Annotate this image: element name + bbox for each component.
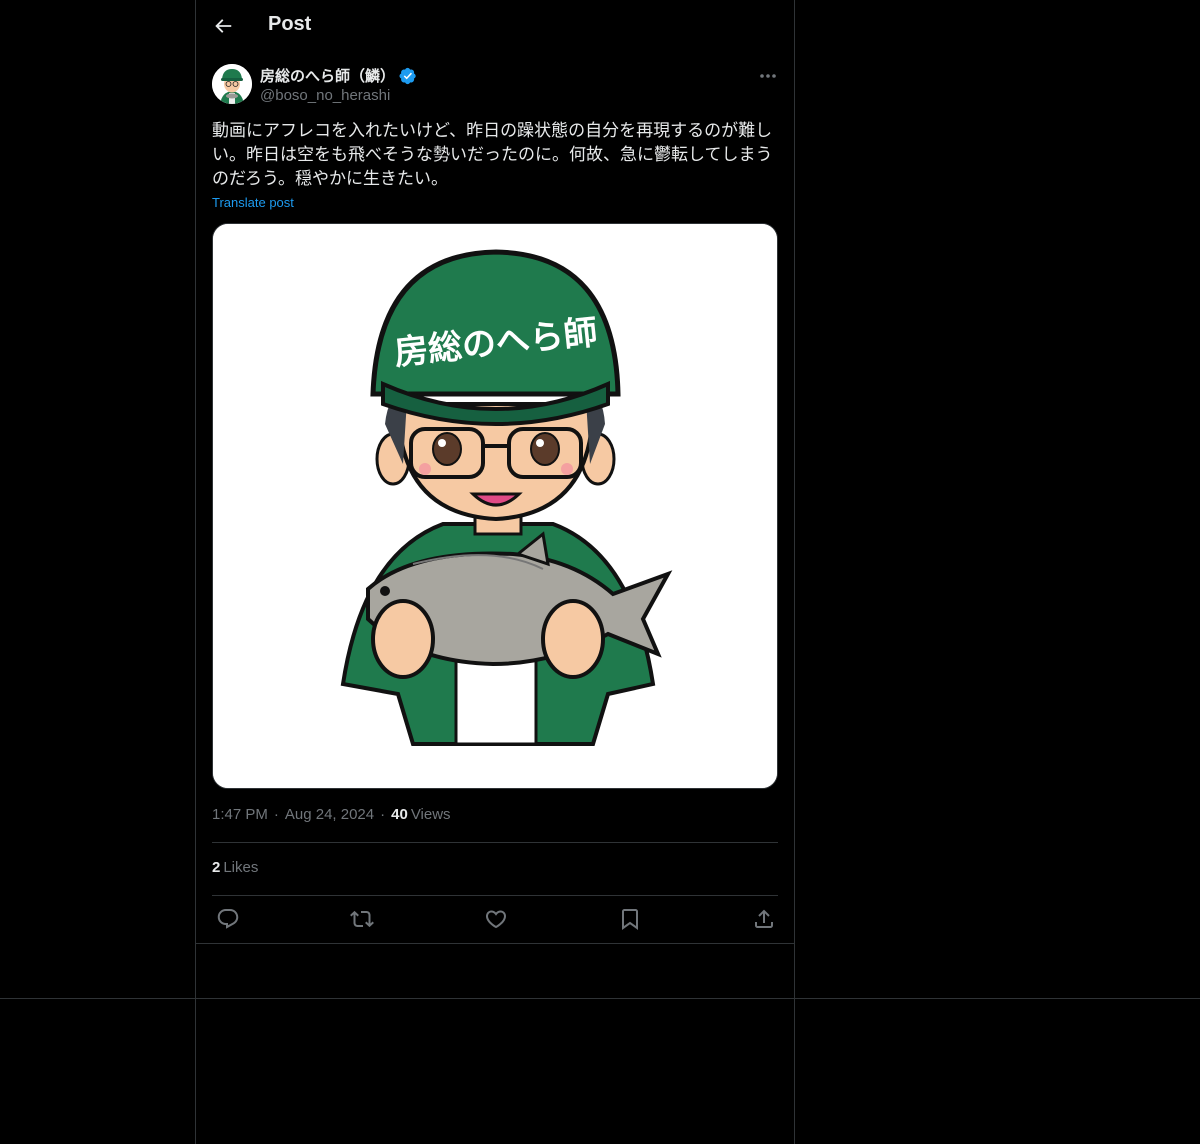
bookmark-icon[interactable] [618,907,642,931]
post-time[interactable]: 1:47 PM [212,806,268,823]
views-count: 40 [391,806,408,823]
post-image[interactable]: 房総のへら師 [212,223,778,789]
illustration-fisherman: 房総のへら師 [213,224,777,788]
post-bottom-border [196,943,794,944]
views-label: Views [410,806,451,823]
repost-icon[interactable] [350,907,374,931]
meta-separator: · [273,806,279,823]
avatar[interactable] [212,64,252,104]
page-header: Post [196,0,794,53]
more-icon[interactable] [756,66,780,86]
likes-stat[interactable]: 2 Likes [212,859,258,876]
avatar-image [212,64,252,104]
likes-label: Likes [223,859,259,876]
post-meta: 1:47 PM · Aug 24, 2024 · 40 Views [212,806,451,823]
page-title: Post [268,13,312,35]
share-icon[interactable] [752,907,776,931]
meta-separator: · [380,806,386,823]
author-name[interactable]: 房総のへら師（鱗） [260,65,395,86]
translate-post-link[interactable]: Translate post [212,195,294,210]
like-icon[interactable] [484,907,508,931]
post-date[interactable]: Aug 24, 2024 [285,806,374,823]
likes-count: 2 [212,859,221,876]
author-name-row[interactable]: 房総のへら師（鱗） [260,65,417,86]
author-handle[interactable]: @boso_no_herashi [260,87,390,104]
reply-icon[interactable] [216,907,240,931]
action-bar [196,895,794,943]
post-text: 動画にアフレコを入れたいけど、昨日の躁状態の自分を再現するのが難しい。昨日は空を… [212,121,773,189]
main-column: Post 房総のへら師（鱗） @boso_no_herashi 動画にアフレコを… [195,0,795,1144]
back-arrow-icon[interactable] [212,15,234,37]
stats-divider [212,842,778,843]
verified-badge-icon [399,67,416,84]
